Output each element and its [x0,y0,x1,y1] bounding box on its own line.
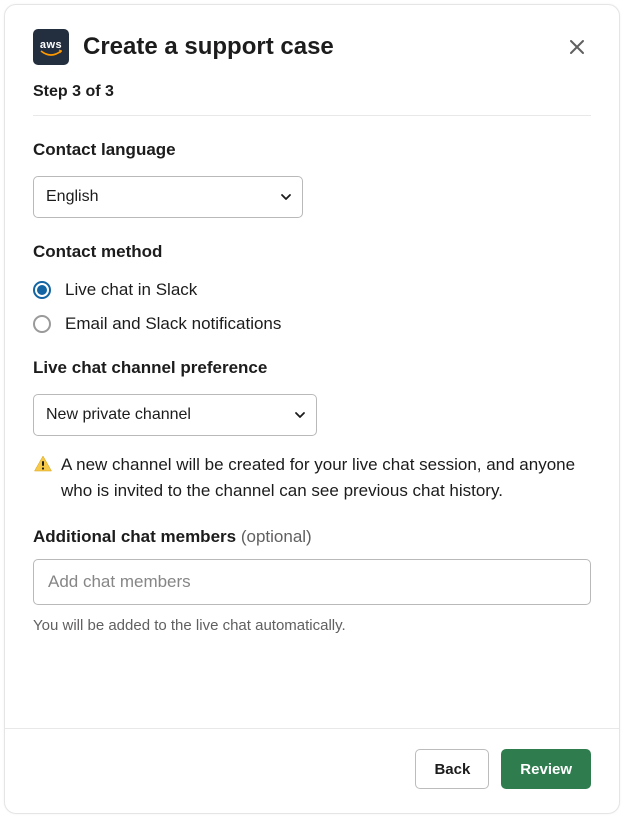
modal-header: aws Create a support case [33,29,591,65]
radio-indicator [33,315,51,333]
radio-label: Live chat in Slack [65,280,197,300]
contact-method-radio-group: Live chat in Slack Email and Slack notif… [33,280,591,334]
close-button[interactable] [563,33,591,61]
contact-language-label: Contact language [33,140,591,160]
contact-method-label: Contact method [33,242,591,262]
warning-icon [33,454,53,474]
channel-preference-label: Live chat channel preference [33,358,591,378]
additional-members-label: Additional chat members (optional) [33,527,591,547]
back-button[interactable]: Back [415,749,489,789]
optional-hint: (optional) [241,527,312,546]
aws-logo-icon: aws [33,29,69,65]
radio-live-chat[interactable]: Live chat in Slack [33,280,591,300]
close-icon [567,37,587,57]
channel-preference-select-wrap: New private channel [33,394,317,436]
radio-indicator [33,281,51,299]
modal-footer: Back Review [5,728,619,813]
contact-language-select[interactable]: English [33,176,303,218]
radio-label: Email and Slack notifications [65,314,281,334]
contact-language-select-wrap: English [33,176,303,218]
channel-warning: A new channel will be created for your l… [33,452,591,503]
radio-dot [37,285,47,295]
review-button[interactable]: Review [501,749,591,789]
modal-title: Create a support case [83,33,549,61]
warning-text: A new channel will be created for your l… [61,452,591,503]
chat-members-input[interactable] [33,559,591,605]
modal-body: aws Create a support case Step 3 of 3 Co… [5,5,619,704]
divider [33,115,591,116]
create-support-case-modal: aws Create a support case Step 3 of 3 Co… [4,4,620,814]
members-helper-text: You will be added to the live chat autom… [33,617,591,634]
additional-members-label-text: Additional chat members [33,527,236,546]
step-indicator: Step 3 of 3 [33,83,591,101]
aws-smile-icon [40,49,62,59]
channel-preference-select[interactable]: New private channel [33,394,317,436]
radio-email-slack[interactable]: Email and Slack notifications [33,314,591,334]
